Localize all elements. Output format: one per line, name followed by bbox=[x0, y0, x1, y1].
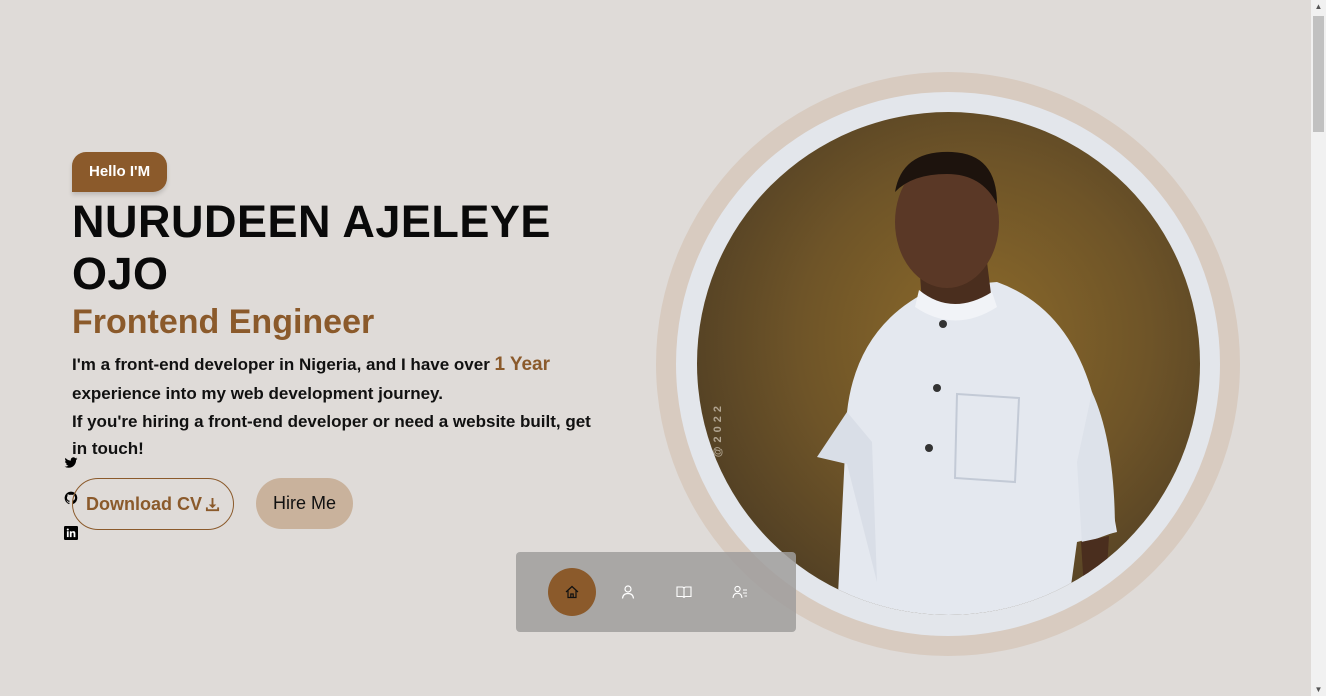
hero-cta-text: If you're hiring a front-end developer o… bbox=[72, 412, 591, 458]
user-icon bbox=[621, 585, 635, 599]
scroll-down-icon[interactable]: ▼ bbox=[1314, 685, 1323, 694]
book-icon bbox=[676, 586, 692, 599]
photo-watermark: @2022 bbox=[712, 402, 724, 458]
nav-home[interactable] bbox=[548, 568, 596, 616]
nav-about[interactable] bbox=[604, 568, 652, 616]
page-scrollbar[interactable]: ▲ ▼ bbox=[1311, 0, 1326, 696]
linkedin-icon[interactable] bbox=[64, 526, 78, 540]
bio-text-start: I'm a front-end developer in Nigeria, an… bbox=[72, 355, 490, 374]
twitter-icon[interactable] bbox=[64, 456, 78, 470]
download-cv-button[interactable]: Download CV bbox=[72, 478, 234, 530]
hire-me-button[interactable]: Hire Me bbox=[256, 478, 353, 529]
nav-contact[interactable] bbox=[716, 568, 764, 616]
profile-photo-illustration bbox=[817, 151, 1117, 615]
contact-list-icon bbox=[732, 585, 747, 599]
hero-role: Frontend Engineer bbox=[72, 303, 375, 341]
download-cv-label: Download CV bbox=[86, 493, 202, 514]
hero-section: Hello I'M NURUDEEN AJELEYE OJO Frontend … bbox=[72, 152, 612, 462]
hero-name: NURUDEEN AJELEYE OJO bbox=[72, 196, 551, 299]
hero-bio: I'm a front-end developer in Nigeria, an… bbox=[72, 350, 592, 408]
bio-years-unit: Year bbox=[509, 354, 551, 375]
bio-text-end: experience into my web development journ… bbox=[72, 384, 443, 403]
scroll-up-icon[interactable]: ▲ bbox=[1314, 2, 1323, 11]
bio-years-number: 1 bbox=[494, 354, 506, 375]
nav-experience[interactable] bbox=[660, 568, 708, 616]
profile-photo bbox=[697, 112, 1200, 615]
download-icon bbox=[205, 497, 220, 511]
scroll-thumb[interactable] bbox=[1313, 16, 1324, 132]
greeting-badge: Hello I'M bbox=[72, 152, 168, 192]
home-icon bbox=[565, 585, 579, 599]
bottom-nav bbox=[516, 552, 796, 632]
